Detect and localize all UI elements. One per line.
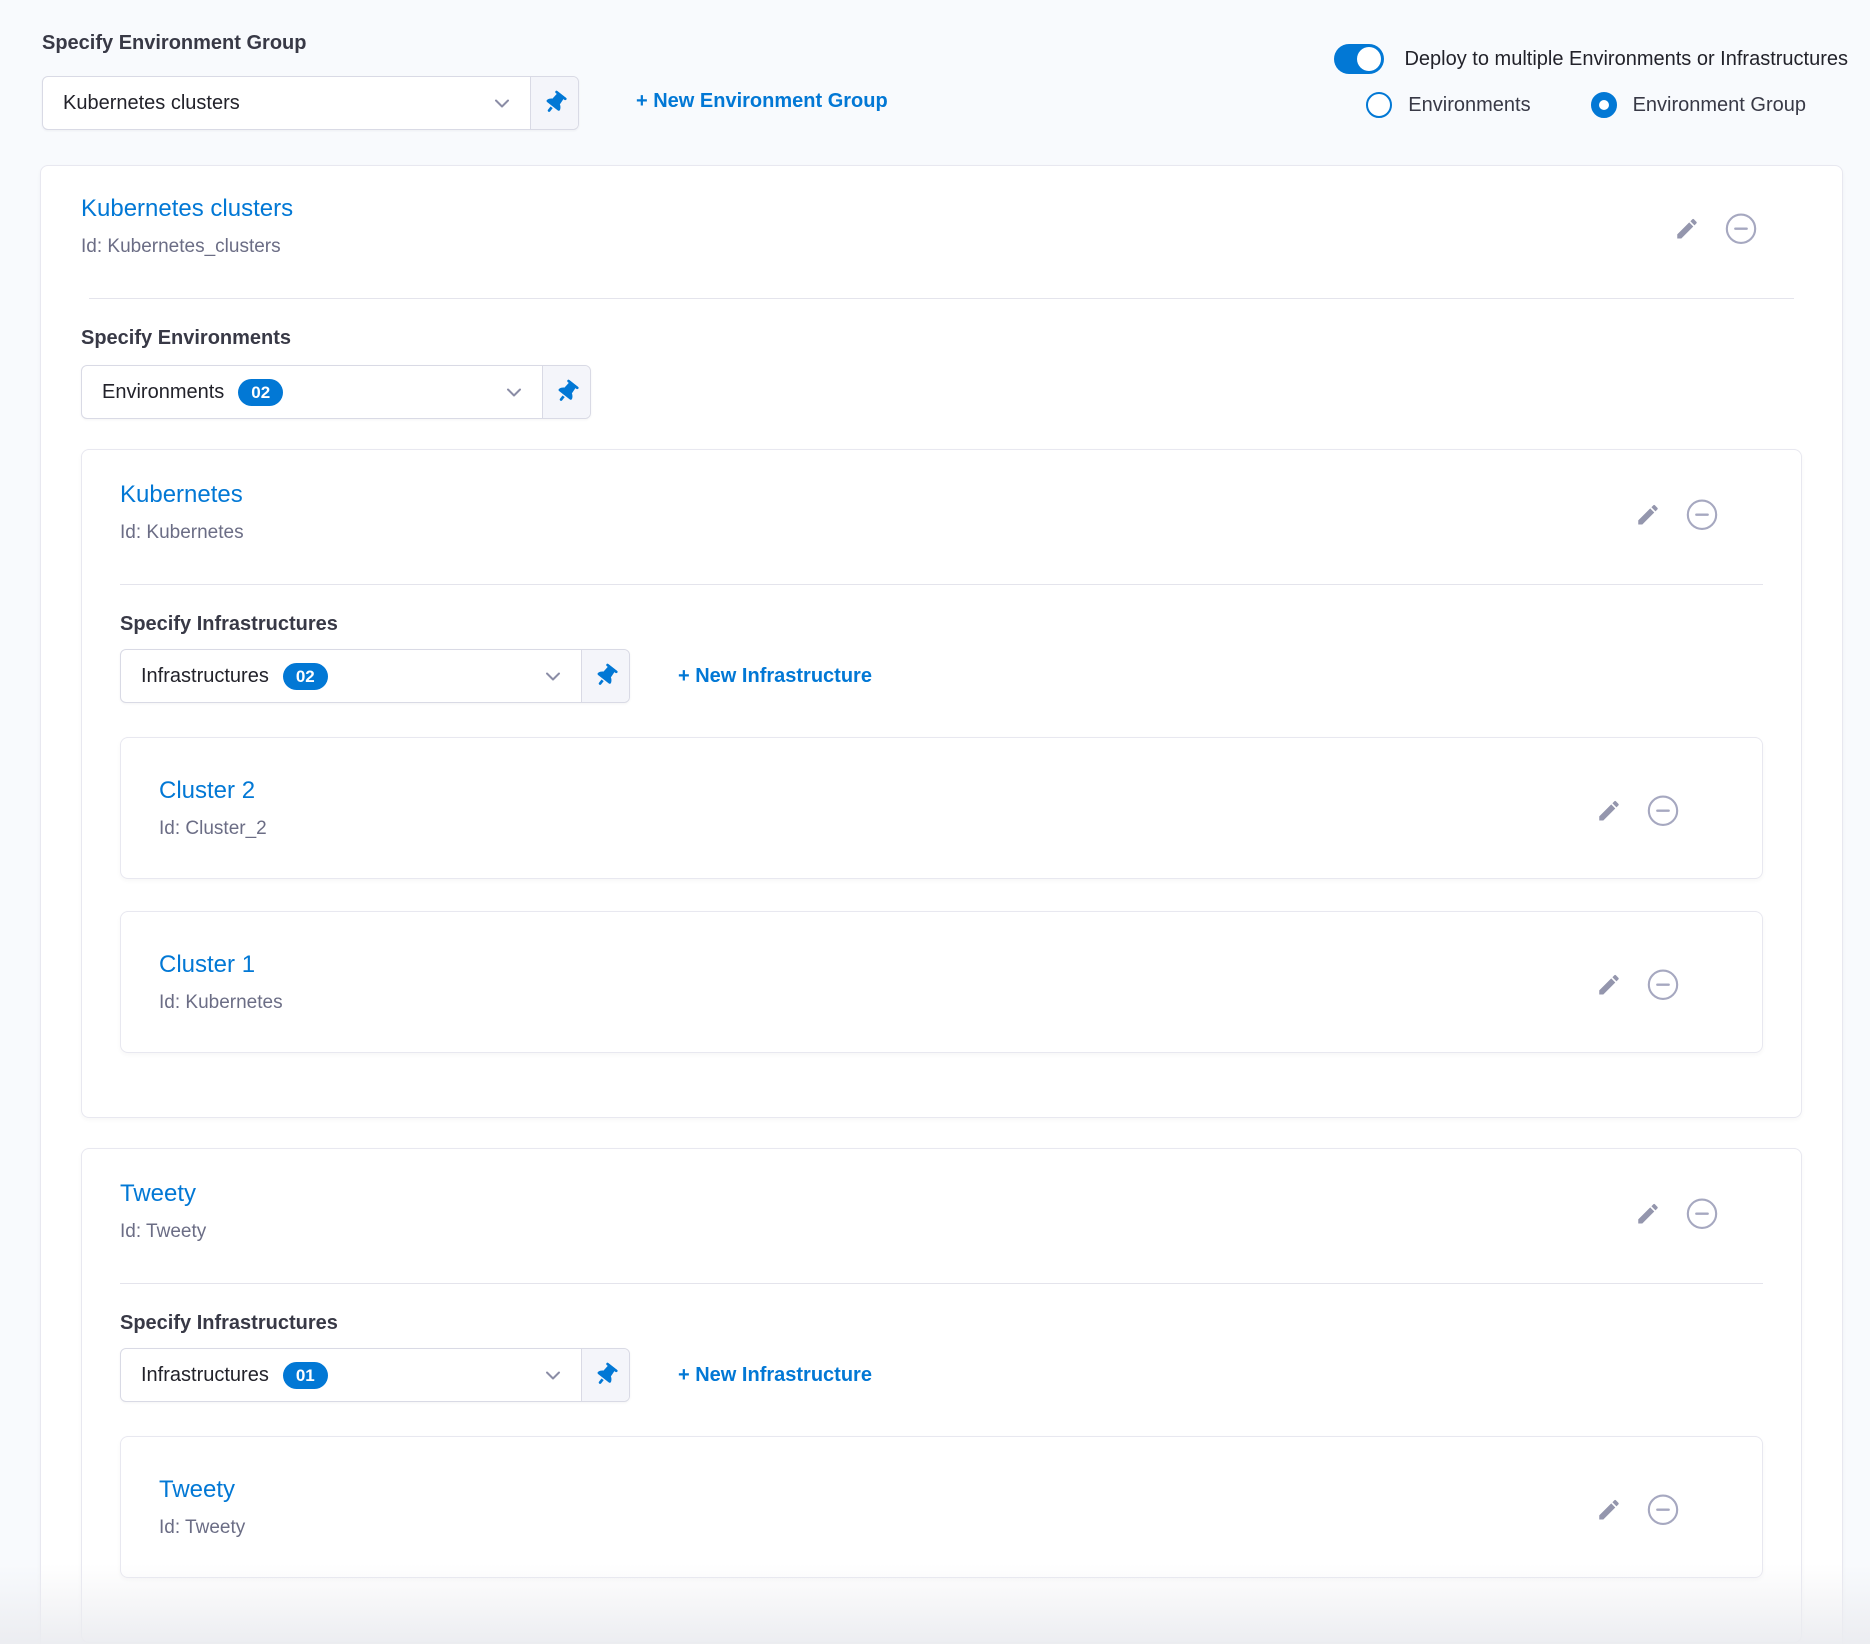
pencil-icon bbox=[1596, 972, 1622, 998]
remove-environment-group-button[interactable] bbox=[1724, 212, 1758, 246]
infrastructure-card-cluster-2: Cluster 2 Id: Cluster_2 bbox=[120, 737, 1763, 879]
pushpin-icon bbox=[539, 88, 570, 119]
infrastructures-select: Infrastructures 02 bbox=[120, 649, 630, 703]
pushpin-icon bbox=[590, 661, 621, 692]
environment-group-card: Kubernetes clusters Id: Kubernetes_clust… bbox=[40, 165, 1843, 1644]
infrastructure-card-tweety: Tweety Id: Tweety bbox=[120, 1436, 1763, 1578]
specify-infrastructures-label: Specify Infrastructures bbox=[120, 613, 1763, 635]
pencil-icon bbox=[1596, 798, 1622, 824]
infrastructure-id: Id: Tweety bbox=[159, 1517, 1724, 1539]
deploy-multiple-toggle-row: Deploy to multiple Environments or Infra… bbox=[1334, 44, 1848, 74]
pushpin-icon bbox=[551, 377, 582, 408]
minus-circle-icon bbox=[1685, 498, 1719, 532]
specify-environments-label: Specify Environments bbox=[81, 327, 1802, 349]
environment-group-select-value: Kubernetes clusters bbox=[63, 92, 240, 115]
environment-id: Id: Kubernetes bbox=[120, 522, 1763, 544]
remove-infrastructure-button[interactable] bbox=[1646, 794, 1680, 828]
new-infrastructure-link[interactable]: + New Infrastructure bbox=[678, 1364, 872, 1387]
minus-circle-icon bbox=[1646, 1493, 1680, 1527]
remove-infrastructure-button[interactable] bbox=[1646, 1493, 1680, 1527]
deploy-multiple-toggle[interactable] bbox=[1334, 44, 1384, 74]
infrastructure-title: Tweety bbox=[159, 1475, 1724, 1505]
minus-circle-icon bbox=[1685, 1197, 1719, 1231]
environments-select-field[interactable]: Environments 02 bbox=[82, 366, 542, 418]
environments-select: Environments 02 bbox=[81, 365, 591, 419]
environment-title: Tweety bbox=[120, 1179, 1763, 1209]
environments-select-value: Environments bbox=[102, 381, 224, 404]
pushpin-icon bbox=[590, 1360, 621, 1391]
minus-circle-icon bbox=[1646, 794, 1680, 828]
divider bbox=[89, 298, 1794, 299]
environment-group-id: Id: Kubernetes_clusters bbox=[81, 236, 1802, 258]
radio-environment-group[interactable]: Environment Group bbox=[1591, 92, 1806, 118]
radio-environments[interactable]: Environments bbox=[1366, 92, 1530, 118]
environment-id: Id: Tweety bbox=[120, 1221, 1763, 1243]
chevron-down-icon bbox=[541, 664, 565, 688]
environment-card-kubernetes: Kubernetes Id: Kubernetes Specify Infras… bbox=[81, 449, 1802, 1118]
remove-infrastructure-button[interactable] bbox=[1646, 968, 1680, 1002]
new-infrastructure-link[interactable]: + New Infrastructure bbox=[678, 665, 872, 688]
specify-environment-group-label: Specify Environment Group bbox=[42, 32, 306, 55]
radio-environments-label: Environments bbox=[1408, 94, 1530, 117]
infrastructure-card-cluster-1: Cluster 1 Id: Kubernetes bbox=[120, 911, 1763, 1053]
edit-environment-group-button[interactable] bbox=[1674, 216, 1700, 242]
remove-environment-button[interactable] bbox=[1685, 498, 1719, 532]
infrastructure-title: Cluster 1 bbox=[159, 950, 1724, 980]
environment-title: Kubernetes bbox=[120, 480, 1763, 510]
infrastructures-count-badge: 02 bbox=[283, 663, 328, 690]
pencil-icon bbox=[1635, 502, 1661, 528]
pin-infrastructures-button[interactable] bbox=[581, 1349, 629, 1401]
infrastructures-select: Infrastructures 01 bbox=[120, 1348, 630, 1402]
infrastructures-count-badge: 01 bbox=[283, 1362, 328, 1389]
edit-environment-button[interactable] bbox=[1635, 1201, 1661, 1227]
environment-card-tweety: Tweety Id: Tweety Specify Infrastructure… bbox=[81, 1148, 1802, 1643]
chevron-down-icon bbox=[502, 380, 526, 404]
radio-unselected-icon bbox=[1366, 92, 1392, 118]
chevron-down-icon bbox=[541, 1363, 565, 1387]
environment-group-select: Kubernetes clusters bbox=[42, 76, 579, 130]
pencil-icon bbox=[1674, 216, 1700, 242]
infrastructures-select-value: Infrastructures bbox=[141, 1364, 269, 1387]
environment-card-header: Tweety Id: Tweety bbox=[120, 1179, 1763, 1243]
environment-group-title: Kubernetes clusters bbox=[81, 194, 1802, 224]
edit-infrastructure-button[interactable] bbox=[1596, 798, 1622, 824]
environment-group-select-field[interactable]: Kubernetes clusters bbox=[43, 77, 530, 129]
radio-environment-group-label: Environment Group bbox=[1633, 94, 1806, 117]
deploy-target-radio-group: Environments Environment Group bbox=[1366, 92, 1806, 118]
chevron-down-icon bbox=[490, 91, 514, 115]
divider bbox=[120, 1283, 1763, 1284]
minus-circle-icon bbox=[1724, 212, 1758, 246]
pin-infrastructures-button[interactable] bbox=[581, 650, 629, 702]
new-environment-group-link[interactable]: + New Environment Group bbox=[636, 90, 888, 113]
environment-card-header: Kubernetes Id: Kubernetes bbox=[120, 480, 1763, 544]
infrastructure-id: Id: Cluster_2 bbox=[159, 818, 1724, 840]
infrastructure-card-header: Cluster 2 Id: Cluster_2 bbox=[159, 776, 1724, 840]
pencil-icon bbox=[1635, 1201, 1661, 1227]
divider bbox=[120, 584, 1763, 585]
infrastructure-card-header: Cluster 1 Id: Kubernetes bbox=[159, 950, 1724, 1014]
minus-circle-icon bbox=[1646, 968, 1680, 1002]
edit-environment-button[interactable] bbox=[1635, 502, 1661, 528]
infrastructure-id: Id: Kubernetes bbox=[159, 992, 1724, 1014]
environments-count-badge: 02 bbox=[238, 379, 283, 406]
infrastructure-title: Cluster 2 bbox=[159, 776, 1724, 806]
pin-environment-group-button[interactable] bbox=[530, 77, 578, 129]
toggle-knob bbox=[1357, 47, 1381, 71]
pin-environments-button[interactable] bbox=[542, 366, 590, 418]
infrastructures-select-field[interactable]: Infrastructures 01 bbox=[121, 1349, 581, 1401]
infrastructures-select-value: Infrastructures bbox=[141, 665, 269, 688]
edit-infrastructure-button[interactable] bbox=[1596, 972, 1622, 998]
infrastructures-select-field[interactable]: Infrastructures 02 bbox=[121, 650, 581, 702]
environment-group-card-header: Kubernetes clusters Id: Kubernetes_clust… bbox=[81, 194, 1802, 258]
remove-environment-button[interactable] bbox=[1685, 1197, 1719, 1231]
infrastructure-card-header: Tweety Id: Tweety bbox=[159, 1475, 1724, 1539]
pencil-icon bbox=[1596, 1497, 1622, 1523]
specify-infrastructures-label: Specify Infrastructures bbox=[120, 1312, 1763, 1334]
edit-infrastructure-button[interactable] bbox=[1596, 1497, 1622, 1523]
deploy-environments-page: Specify Environment Group Kubernetes clu… bbox=[0, 0, 1870, 1644]
deploy-multiple-toggle-label: Deploy to multiple Environments or Infra… bbox=[1404, 48, 1848, 71]
radio-selected-icon bbox=[1591, 92, 1617, 118]
